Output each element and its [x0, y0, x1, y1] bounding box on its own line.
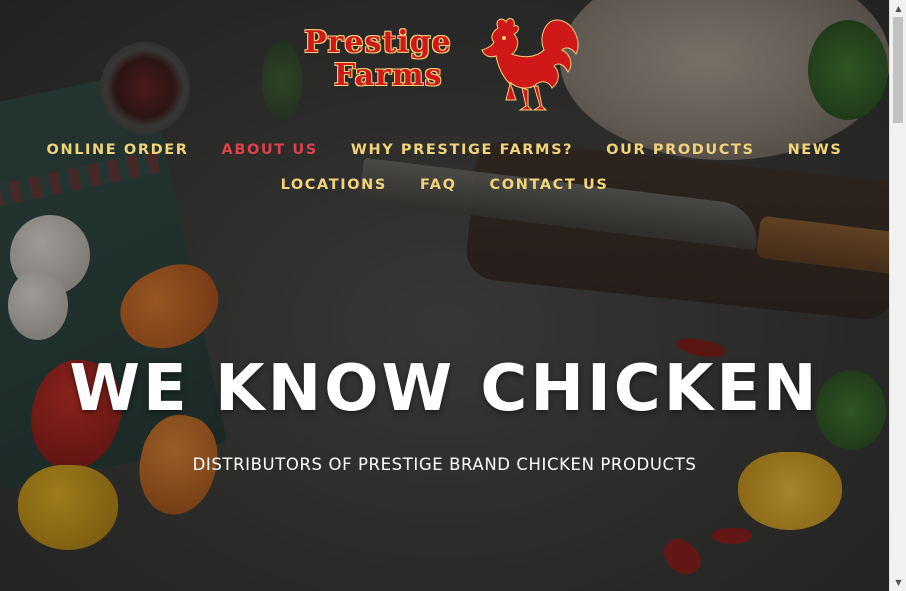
- main-nav-row-1: ONLINE ORDER ABOUT US WHY PRESTIGE FARMS…: [0, 142, 889, 158]
- logo-text-farms: Farms: [334, 58, 443, 93]
- nav-locations[interactable]: LOCATIONS: [281, 177, 387, 193]
- nav-our-products[interactable]: OUR PRODUCTS: [606, 142, 754, 158]
- hero-title: WE KNOW CHICKEN: [69, 352, 820, 426]
- main-nav-row-2: LOCATIONS FAQ CONTACT US: [0, 177, 889, 193]
- rooster-icon: [481, 18, 579, 111]
- nav-contact-us[interactable]: CONTACT US: [490, 177, 609, 193]
- nav-why-prestige-farms[interactable]: WHY PRESTIGE FARMS?: [351, 142, 573, 158]
- scroll-up-arrow-icon[interactable]: ▲: [890, 0, 906, 17]
- nav-about-us[interactable]: ABOUT US: [222, 142, 318, 158]
- logo-text-prestige: Prestige: [304, 25, 452, 60]
- nav-faq[interactable]: FAQ: [420, 177, 457, 193]
- nav-online-order[interactable]: ONLINE ORDER: [47, 142, 189, 158]
- nav-news[interactable]: NEWS: [788, 142, 843, 158]
- vertical-scrollbar[interactable]: ▲ ▼: [889, 0, 906, 591]
- scroll-down-arrow-icon[interactable]: ▼: [890, 574, 906, 591]
- scrollbar-thumb[interactable]: [893, 17, 903, 123]
- hero-subtitle: DISTRIBUTORS OF PRESTIGE BRAND CHICKEN P…: [192, 455, 697, 474]
- hero-section: Prestige Farms ONLINE ORDER ABOUT US WHY…: [0, 0, 889, 591]
- site-logo[interactable]: Prestige Farms: [304, 18, 589, 120]
